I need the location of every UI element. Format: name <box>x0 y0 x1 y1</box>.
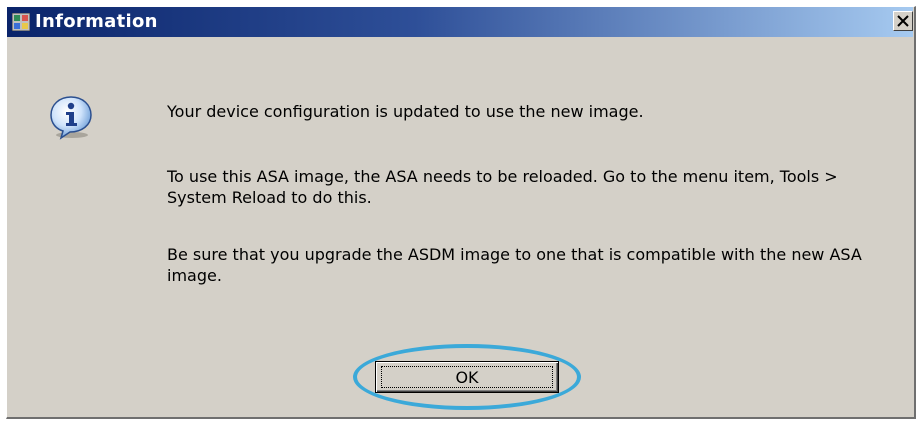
close-icon <box>897 15 909 27</box>
application-icon <box>11 12 31 32</box>
message-paragraph-3: Be sure that you upgrade the ASDM image … <box>167 245 862 285</box>
message-paragraph-2: To use this ASA image, the ASA needs to … <box>167 167 838 207</box>
message-paragraph-1: Your device configuration is updated to … <box>167 102 644 121</box>
title-bar[interactable]: Information <box>7 7 913 37</box>
window-title: Information <box>35 11 158 32</box>
information-dialog: Information Your device configuration is… <box>6 6 916 419</box>
ok-label: OK <box>455 368 479 387</box>
info-icon <box>47 93 95 141</box>
close-button[interactable] <box>893 11 913 31</box>
ok-button[interactable]: OK <box>375 361 559 393</box>
